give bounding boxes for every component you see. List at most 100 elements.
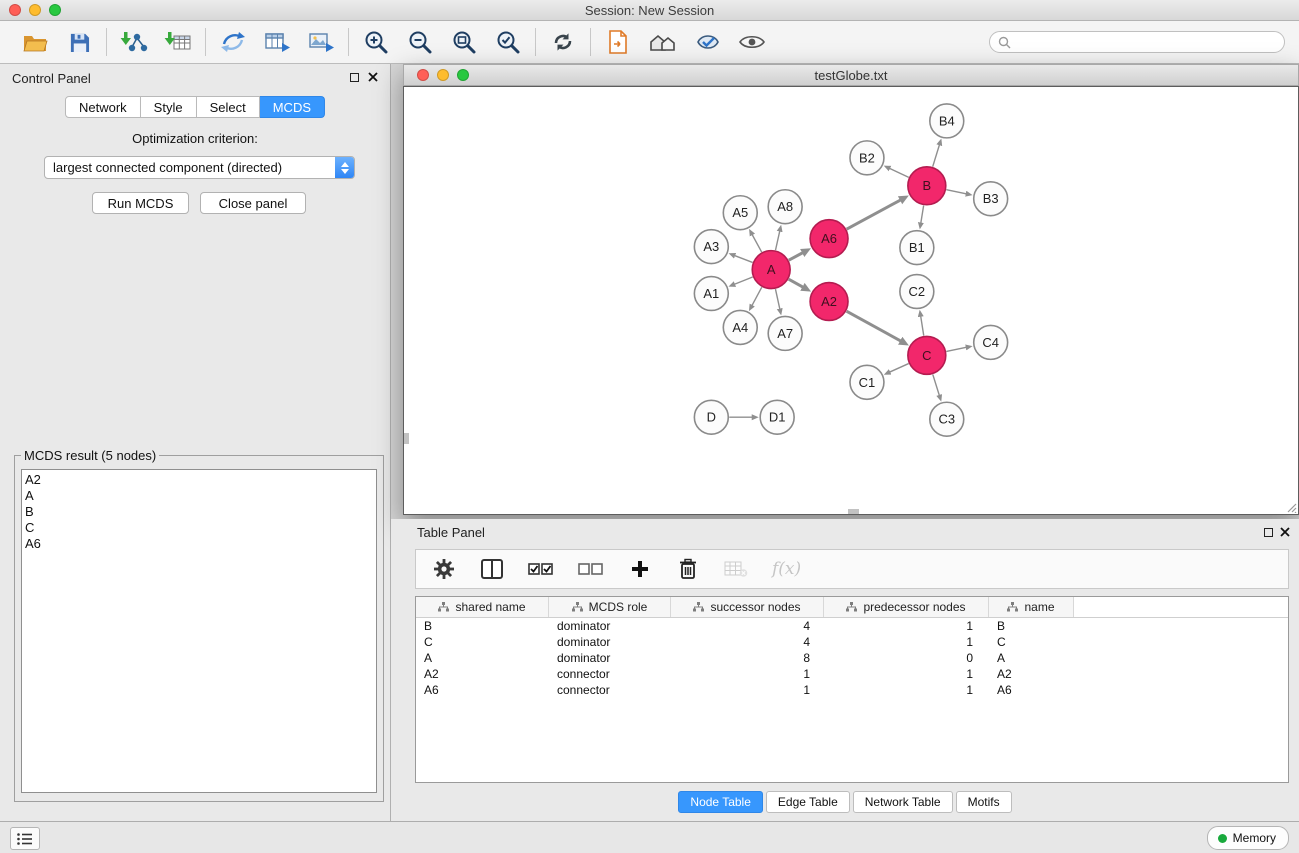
column-header-name[interactable]: name	[989, 597, 1074, 617]
network-edge-C-C1[interactable]	[890, 364, 909, 373]
network-node-A6[interactable]: A6	[810, 220, 848, 258]
deselect-all-columns-button[interactable]	[578, 554, 604, 584]
columns-icon	[480, 558, 504, 580]
network-node-A5[interactable]: A5	[723, 196, 757, 230]
delete-column-button[interactable]	[676, 554, 700, 584]
import-network-button[interactable]	[120, 27, 148, 57]
open-document-button[interactable]	[604, 27, 632, 57]
task-history-button[interactable]	[10, 827, 40, 850]
save-session-button[interactable]	[65, 27, 93, 57]
network-node-B1[interactable]: B1	[900, 231, 934, 265]
network-node-C4[interactable]: C4	[974, 325, 1008, 359]
network-canvas[interactable]: B4 B2 B B3 A5 A8A6 A3 B1 A C2 A1 A2 A4 A7 C4 C C1 C3 D D1	[403, 86, 1299, 515]
network-edge-A-A3[interactable]	[735, 256, 753, 263]
tab-node-table[interactable]: Node Table	[678, 791, 763, 813]
tab-motifs[interactable]: Motifs	[956, 791, 1012, 813]
close-panel-action-button[interactable]: Close panel	[200, 192, 306, 214]
column-header-successor-nodes[interactable]: successor nodes	[671, 597, 824, 617]
table-row[interactable]: A6connector11A6	[416, 682, 1288, 698]
network-edge-A-A8[interactable]	[776, 231, 780, 250]
network-node-D[interactable]: D	[694, 400, 728, 434]
memory-button[interactable]: Memory	[1207, 826, 1289, 850]
table-row[interactable]: A2connector11A2	[416, 666, 1288, 682]
network-edge-B-B2[interactable]	[890, 168, 909, 177]
zoom-fit-button[interactable]	[450, 27, 478, 57]
network-edge-A-A4[interactable]	[752, 287, 762, 305]
new-network-button[interactable]	[219, 27, 247, 57]
network-edge-C-C2[interactable]	[921, 316, 924, 335]
zoom-out-button[interactable]	[406, 27, 434, 57]
network-edge-A-A7[interactable]	[775, 289, 779, 309]
network-edge-A-A5[interactable]	[752, 235, 761, 252]
network-node-A7[interactable]: A7	[768, 316, 802, 350]
column-header-MCDS-role[interactable]: MCDS role	[549, 597, 671, 617]
network-node-C[interactable]: C	[908, 336, 946, 374]
network-edge-B-B3[interactable]	[946, 190, 966, 194]
refresh-button[interactable]	[549, 27, 577, 57]
tab-network-table[interactable]: Network Table	[853, 791, 953, 813]
resize-grip[interactable]	[1285, 501, 1297, 513]
network-node-A8[interactable]: A8	[768, 190, 802, 224]
network-node-A4[interactable]: A4	[723, 310, 757, 344]
tab-network[interactable]: Network	[65, 96, 141, 118]
network-node-B2[interactable]: B2	[850, 141, 884, 175]
result-item[interactable]: A	[22, 488, 376, 504]
column-header-predecessor-nodes[interactable]: predecessor nodes	[824, 597, 989, 617]
open-session-button[interactable]	[21, 27, 49, 57]
result-item[interactable]: B	[22, 504, 376, 520]
zoom-in-button[interactable]	[362, 27, 390, 57]
network-node-B[interactable]: B	[908, 167, 946, 205]
network-edge-B-B1[interactable]	[921, 205, 924, 223]
add-column-button[interactable]	[628, 554, 652, 584]
select-all-columns-button[interactable]	[528, 554, 554, 584]
network-node-D1[interactable]: D1	[760, 400, 794, 434]
network-edge-C-C4[interactable]	[946, 347, 966, 351]
result-item[interactable]: A2	[22, 472, 376, 488]
result-item[interactable]: C	[22, 520, 376, 536]
optimization-dropdown[interactable]: largest connected component (directed)	[44, 156, 355, 179]
network-edge-B-B4[interactable]	[933, 145, 940, 167]
network-node-A2[interactable]: A2	[810, 283, 848, 321]
style-check-button[interactable]	[694, 27, 722, 57]
show-columns-button[interactable]	[480, 554, 504, 584]
network-node-C2[interactable]: C2	[900, 275, 934, 309]
close-table-panel-button[interactable]	[1280, 527, 1290, 537]
float-panel-button[interactable]	[350, 73, 359, 82]
network-node-B3[interactable]: B3	[974, 182, 1008, 216]
import-table-button[interactable]	[164, 27, 192, 57]
horizontal-scroll-indicator[interactable]	[848, 509, 859, 514]
float-table-panel-button[interactable]	[1264, 528, 1273, 537]
tab-mcds[interactable]: MCDS	[260, 96, 325, 118]
network-node-A1[interactable]: A1	[694, 277, 728, 311]
tab-edge-table[interactable]: Edge Table	[766, 791, 850, 813]
vertical-scroll-indicator[interactable]	[404, 433, 409, 444]
table-row[interactable]: Adominator80A	[416, 650, 1288, 666]
network-node-C1[interactable]: C1	[850, 365, 884, 399]
network-node-C3[interactable]: C3	[930, 402, 964, 436]
mcds-result-list[interactable]: A2ABCA6	[21, 469, 377, 793]
tab-select[interactable]: Select	[197, 96, 260, 118]
run-mcds-button[interactable]: Run MCDS	[92, 192, 189, 214]
network-edge-A6-B[interactable]	[847, 200, 901, 229]
result-item[interactable]: A6	[22, 536, 376, 552]
home-button[interactable]	[648, 27, 678, 57]
network-node-A[interactable]: A	[752, 251, 790, 289]
search-input[interactable]	[989, 31, 1285, 53]
zoom-selected-button[interactable]	[494, 27, 522, 57]
tab-style[interactable]: Style	[141, 96, 197, 118]
export-image-button[interactable]	[307, 27, 335, 57]
table-settings-button[interactable]	[432, 554, 456, 584]
network-edge-A-A6[interactable]	[789, 253, 803, 260]
show-hide-button[interactable]	[738, 27, 766, 57]
table-row[interactable]: Bdominator41B	[416, 618, 1288, 634]
network-node-A3[interactable]: A3	[694, 230, 728, 264]
close-panel-button[interactable]	[368, 72, 378, 82]
network-edge-C-C3[interactable]	[933, 374, 940, 395]
network-edge-A2-C[interactable]	[847, 311, 901, 341]
network-node-B4[interactable]: B4	[930, 104, 964, 138]
export-table-button[interactable]	[263, 27, 291, 57]
column-header-shared-name[interactable]: shared name	[416, 597, 549, 617]
table-row[interactable]: Cdominator41C	[416, 634, 1288, 650]
network-edge-A-A1[interactable]	[734, 277, 752, 284]
network-edge-A-A2[interactable]	[789, 279, 803, 287]
